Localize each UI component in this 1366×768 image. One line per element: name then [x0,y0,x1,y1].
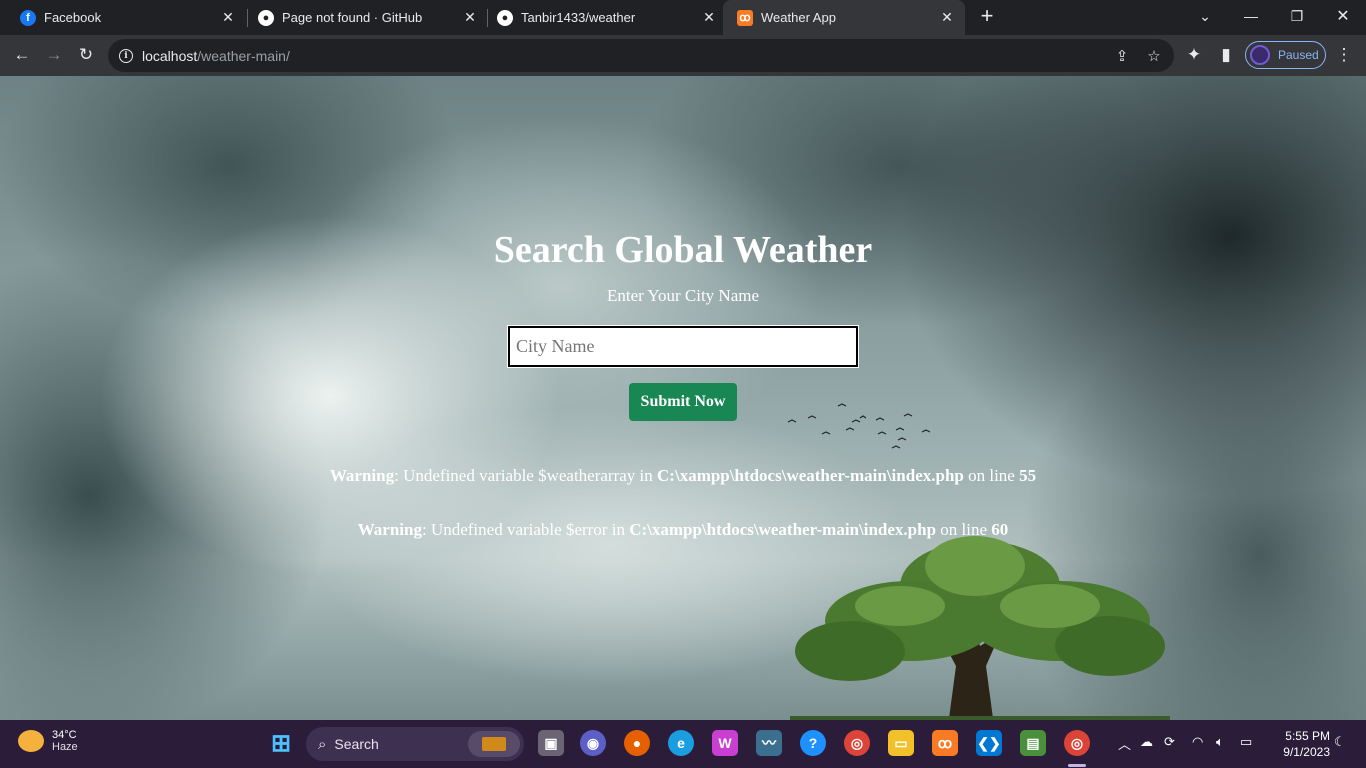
weather-condition: Haze [52,741,78,753]
get-help-icon[interactable]: ? [800,730,826,756]
close-window-button[interactable]: ✕ [1320,0,1366,32]
clock-time: 5:55 PM [1285,729,1330,743]
warning-file: C:\xampp\htdocs\weather-main\index.php [657,466,964,485]
onedrive-cloud-icon[interactable]: ☁ [1140,734,1153,750]
search-icon: ⌕ [318,735,327,753]
edge-icon[interactable]: e [668,730,694,756]
close-tab-icon[interactable]: ✕ [462,9,478,26]
url-path: /weather-main/ [197,47,290,64]
haze-weather-icon [18,730,44,752]
wifi-icon[interactable]: ◠ [1192,734,1203,750]
xampp-icon[interactable]: ꝏ [932,730,958,756]
menu-kebab-icon[interactable]: ⋮ [1330,41,1358,69]
tab-weather-app[interactable]: ꝏ Weather App ✕ [723,0,965,35]
extensions-icon[interactable]: ✦ [1180,41,1208,69]
taskbar-clock[interactable]: 5:55 PM 9/1/2023 [1270,728,1330,760]
tab-github-weather[interactable]: ● Tanbir1433/weather ✕ [477,0,727,35]
reload-button[interactable]: ↻ [72,41,100,69]
notification-icon[interactable]: ☾ [1334,734,1346,750]
taskbar-search[interactable]: ⌕ Search [306,727,524,761]
tab-github-not-found[interactable]: ● Page not found · GitHub ✕ [238,0,488,35]
page-subtitle: Enter Your City Name [606,286,760,305]
spreadsheet-app-icon[interactable]: ▤ [1020,730,1046,756]
search-label: Search [334,736,379,752]
page-background: Search Global Weather Enter Your City Na… [0,76,1366,720]
share-icon[interactable]: ⇪ [1112,46,1132,66]
tab-title: Tanbir1433/weather [521,10,636,25]
submit-button[interactable]: Submit Now [629,383,737,421]
task-view-icon[interactable]: ▣ [538,730,564,756]
side-panel-icon[interactable]: ▮ [1212,41,1240,69]
warning-message: : Undefined variable $error in [421,520,630,539]
clock-date: 9/1/2023 [1283,745,1330,759]
facebook-icon: f [20,9,36,26]
warning-label: Warning [329,466,395,485]
tab-title: Page not found · GitHub [282,10,423,25]
warning-line-number: 55 [1019,466,1037,485]
tab-search-chevron-icon[interactable]: ⌄ [1182,0,1228,32]
search-highlight-icon [468,731,520,757]
battery-icon[interactable]: ▭ [1240,734,1252,750]
city-name-input[interactable] [507,325,859,368]
bookmark-star-icon[interactable]: ☆ [1144,46,1164,66]
weather-temperature: 34°C [52,729,77,741]
browser-toolbar: ← → ↻ i localhost/weather-main/ ⇪ ☆ ✦ ▮ … [0,35,1366,76]
xampp-icon: ꝏ [737,9,753,26]
close-tab-icon[interactable]: ✕ [701,9,717,26]
windows-taskbar: 34°C Haze ⊞ ⌕ Search ▣ ◉ ● e W 〰 ? ◎ ▭ ꝏ… [0,720,1366,768]
restore-button[interactable]: ❐ [1274,0,1320,32]
forward-button[interactable]: → [40,41,68,69]
firefox-icon[interactable]: ● [624,730,650,756]
tab-facebook[interactable]: f Facebook ✕ [0,0,246,35]
warning-on-line: on line [963,466,1020,485]
tab-strip: f Facebook ✕ ● Page not found · GitHub ✕… [0,0,1366,35]
vscode-icon[interactable]: ❮❯ [976,730,1002,756]
profile-button[interactable]: Paused [1245,41,1326,69]
php-warning: Warning: Undefined variable $weatherarra… [0,466,1366,486]
show-hidden-icons-icon[interactable]: ︿ [1118,734,1131,753]
chrome-icon[interactable]: ◎ [844,730,870,756]
page-title: Search Global Weather [493,229,873,271]
site-info-icon[interactable]: i [119,48,133,63]
close-tab-icon[interactable]: ✕ [939,9,955,26]
warning-label: Warning [357,520,422,539]
tab-title: Facebook [44,10,102,25]
close-tab-icon[interactable]: ✕ [220,9,236,26]
weather-app: Search Global Weather Enter Your City Na… [0,76,1366,720]
tab-title: Weather App [761,10,836,25]
github-icon: ● [258,9,274,26]
url-text[interactable]: localhost/weather-main/ [142,48,290,64]
url-host: localhost [142,47,198,64]
back-button[interactable]: ← [8,41,36,69]
chrome-profile-icon[interactable]: ◎ [1064,730,1090,756]
address-bar[interactable]: i localhost/weather-main/ ⇪ ☆ [108,39,1174,72]
active-app-indicator [1068,764,1086,767]
profile-status: Paused [1278,48,1319,62]
file-explorer-icon[interactable]: ▭ [888,730,914,756]
php-warning: Warning: Undefined variable $error in C:… [0,520,1366,540]
warning-line-number: 60 [991,520,1009,539]
start-windows-icon[interactable]: ⊞ [268,730,294,757]
sync-icon[interactable]: ⟳ [1164,734,1175,750]
teams-chat-icon[interactable]: ◉ [580,730,606,756]
weather-widget[interactable]: 34°C Haze [18,729,78,753]
warning-file: C:\xampp\htdocs\weather-main\index.php [629,520,937,539]
volume-icon[interactable]: 🔈︎ [1216,734,1224,750]
resource-monitor-icon[interactable]: 〰 [756,730,782,756]
minimize-button[interactable]: — [1228,0,1274,32]
wps-office-icon[interactable]: W [712,730,738,756]
avatar [1250,45,1270,65]
github-icon: ● [497,9,513,26]
warning-message: : Undefined variable $weatherarray in [394,466,658,485]
new-tab-button[interactable]: + [976,5,998,28]
warning-on-line: on line [936,520,992,539]
